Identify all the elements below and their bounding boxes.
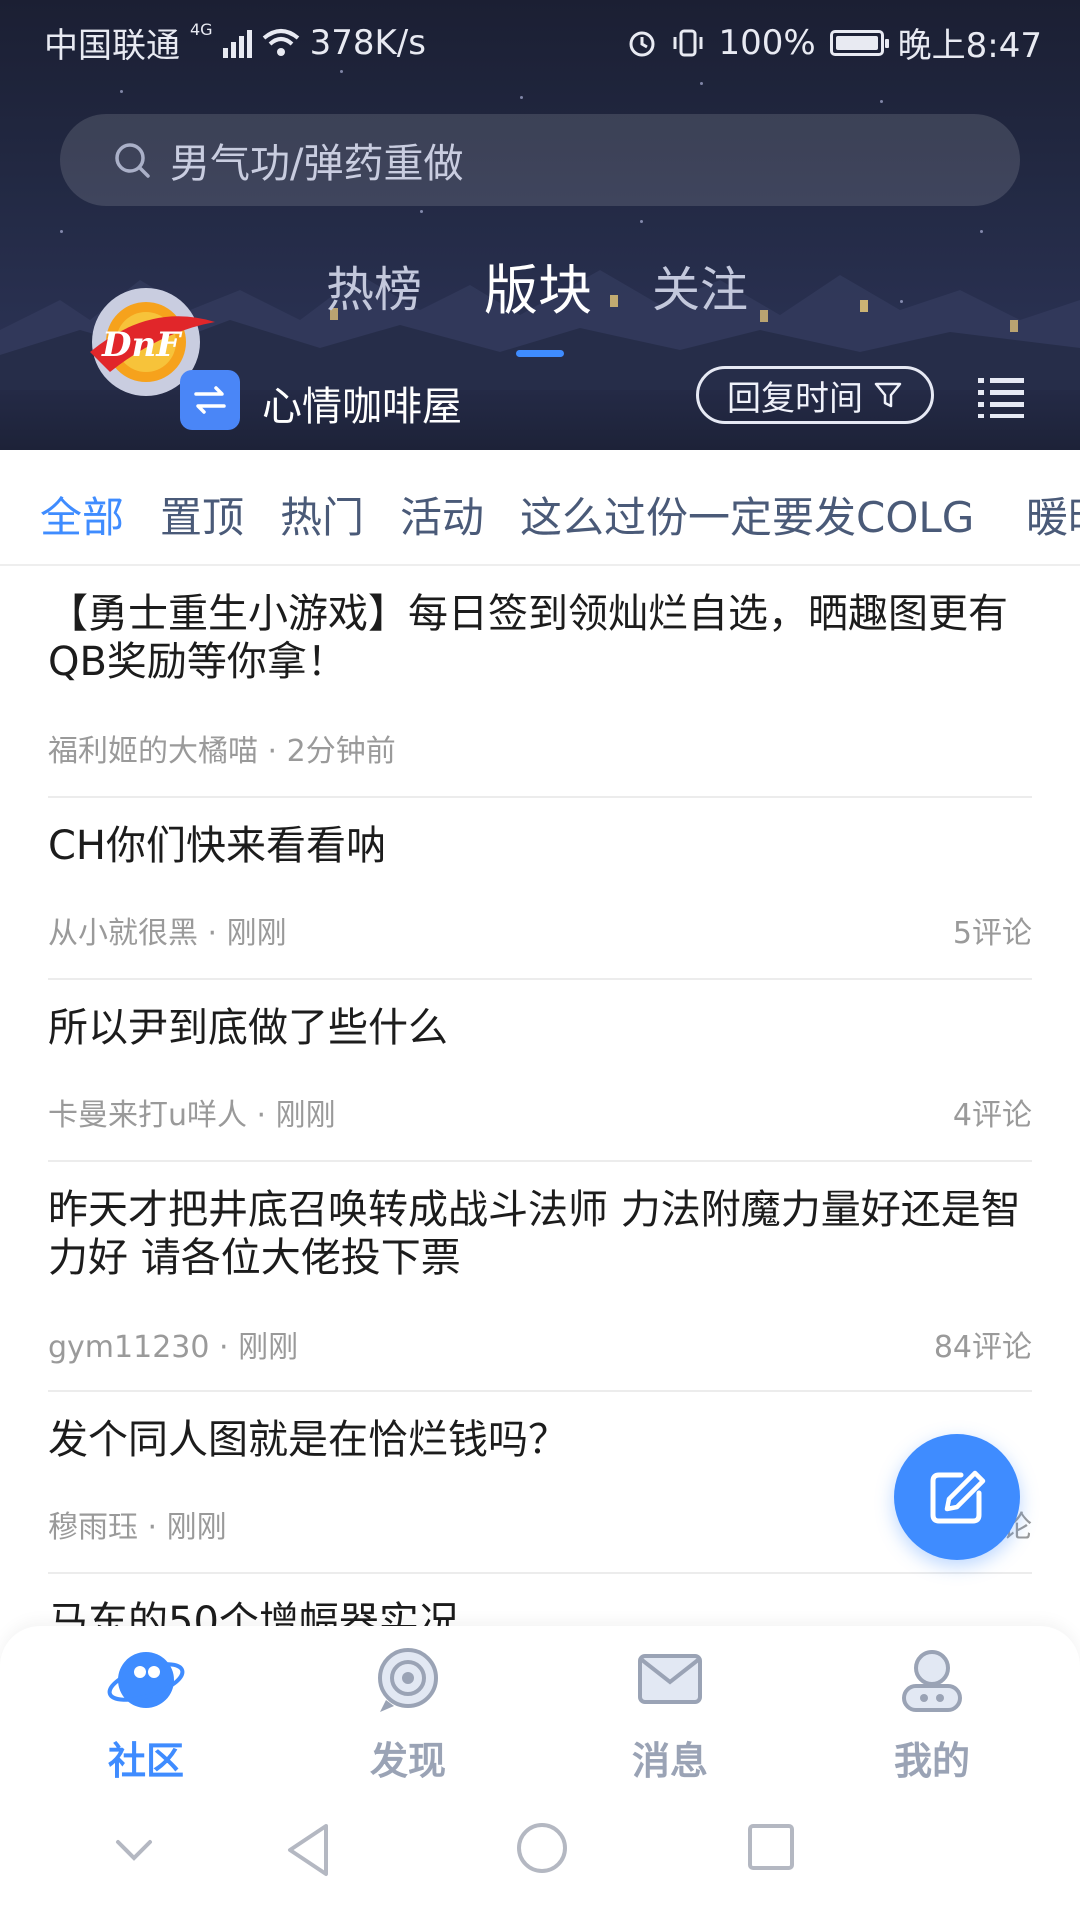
nav-label: 社区 bbox=[107, 1739, 184, 1783]
list-menu-icon[interactable] bbox=[978, 374, 1026, 418]
vibrate-icon bbox=[673, 29, 703, 56]
bottom-navigation: 社区 发现 消息 我的 bbox=[0, 1626, 1080, 1788]
filter-all[interactable]: 全部 bbox=[40, 484, 124, 545]
recents-icon[interactable] bbox=[746, 1822, 796, 1872]
battery-icon bbox=[829, 29, 889, 56]
tab-following[interactable]: 关注 bbox=[652, 250, 748, 320]
list-item[interactable]: CH你们快来看看呐 从小就很黑 · 刚刚 5评论 bbox=[48, 822, 1032, 962]
mail-icon bbox=[638, 1654, 702, 1704]
list-item[interactable]: 【勇士重生小游戏】每日签到领灿烂自选，晒趣图更有QB奖励等你拿！ 福利姬的大橘喵… bbox=[48, 590, 1032, 770]
search-placeholder: 男气功/弹药重做 bbox=[170, 141, 464, 187]
divider bbox=[48, 1390, 1032, 1392]
network-type: 4G bbox=[190, 20, 213, 39]
nav-label: 发现 bbox=[369, 1739, 446, 1783]
filter-events[interactable]: 活动 bbox=[400, 484, 484, 545]
filter-hot[interactable]: 热门 bbox=[280, 484, 364, 545]
sort-by-reply-time-button[interactable]: 回复时间 bbox=[696, 366, 934, 424]
active-tab-indicator bbox=[516, 350, 564, 357]
forum-name: 心情咖啡屋 bbox=[262, 384, 462, 430]
swap-icon bbox=[194, 386, 226, 414]
post-title: CH你们快来看看呐 bbox=[48, 823, 387, 869]
post-meta: gym11230 · 刚刚 bbox=[48, 1330, 299, 1365]
status-bar: 中国联通 4G 378K/s 100% 晚上8:47 bbox=[0, 0, 1080, 76]
system-navigation-bar bbox=[0, 1788, 1080, 1920]
post-title: 所以尹到底做了些什么 bbox=[48, 1005, 448, 1051]
edit-icon bbox=[930, 1470, 986, 1524]
nav-label: 消息 bbox=[631, 1739, 708, 1783]
clock: 晚上8:47 bbox=[897, 26, 1042, 66]
post-meta: 穆雨珏 · 刚刚 bbox=[48, 1510, 227, 1545]
new-post-button[interactable] bbox=[894, 1434, 1020, 1560]
post-meta: 从小就很黑 · 刚刚 bbox=[48, 916, 287, 951]
network-speed: 378K/s bbox=[309, 22, 426, 63]
search-bar[interactable]: 男气功/弹药重做 bbox=[60, 114, 1020, 206]
forum-header: 中国联通 4G 378K/s 100% 晚上8:47 男气功/弹药重做 热榜 版… bbox=[0, 0, 1080, 450]
battery-percent: 100% bbox=[718, 22, 816, 63]
wifi-icon bbox=[262, 28, 299, 56]
list-item[interactable]: 昨天才把井底召唤转成战斗法师 力法附魔力量好还是智力好 请各位大佬投下票 gym… bbox=[48, 1186, 1032, 1366]
tab-forums[interactable]: 版块 bbox=[484, 246, 592, 325]
divider bbox=[48, 1160, 1032, 1162]
svg-text:DnF: DnF bbox=[101, 325, 183, 365]
post-title: 昨天才把井底召唤转成战斗法师 力法附魔力量好还是智力好 请各位大佬投下票 bbox=[48, 1187, 1021, 1281]
nav-messages[interactable]: 消息 bbox=[590, 1644, 750, 1785]
nav-community[interactable]: 社区 bbox=[66, 1644, 226, 1785]
back-icon[interactable] bbox=[284, 1822, 332, 1878]
category-filter-bar: 全部 置顶 热门 活动 这么过份一定要发COLG 暖昉 bbox=[0, 450, 1080, 566]
divider bbox=[48, 978, 1032, 980]
signal-icon bbox=[222, 28, 252, 58]
post-meta: 卡曼来打u咩人 · 刚刚 bbox=[48, 1098, 336, 1133]
comment-count: 5评论 bbox=[952, 916, 1032, 951]
nav-label: 我的 bbox=[893, 1739, 970, 1783]
filter-colg[interactable]: 这么过份一定要发COLG bbox=[520, 484, 974, 545]
sort-label: 回复时间 bbox=[727, 378, 863, 419]
comment-count: 84评论 bbox=[933, 1330, 1032, 1365]
alarm-icon bbox=[629, 31, 655, 56]
search-icon bbox=[115, 143, 150, 178]
divider bbox=[48, 1572, 1032, 1574]
nav-discover[interactable]: 发现 bbox=[328, 1644, 488, 1785]
discover-icon bbox=[378, 1648, 438, 1712]
filter-pinned[interactable]: 置顶 bbox=[160, 484, 244, 545]
tab-hot[interactable]: 热榜 bbox=[326, 250, 422, 320]
carrier-label: 中国联通 bbox=[44, 26, 180, 66]
profile-icon bbox=[902, 1650, 962, 1712]
switch-forum-button[interactable] bbox=[180, 370, 240, 430]
nav-profile[interactable]: 我的 bbox=[852, 1644, 1012, 1785]
divider bbox=[48, 796, 1032, 798]
post-title: 【勇士重生小游戏】每日签到领灿烂自选，晒趣图更有QB奖励等你拿！ bbox=[48, 591, 1008, 685]
list-item[interactable]: 所以尹到底做了些什么 卡曼来打u咩人 · 刚刚 4评论 bbox=[48, 1004, 1032, 1144]
planet-icon bbox=[107, 1652, 185, 1708]
chevron-down-icon[interactable] bbox=[112, 1828, 156, 1872]
filter-icon bbox=[874, 382, 902, 408]
home-icon[interactable] bbox=[514, 1820, 570, 1876]
list-item[interactable]: 发个同人图就是在恰烂钱吗？ 穆雨珏 · 刚刚 论 bbox=[48, 1416, 1032, 1556]
filter-more[interactable]: 暖昉 bbox=[1026, 484, 1080, 545]
post-meta: 福利姬的大橘喵 · 2分钟前 bbox=[48, 734, 396, 769]
post-title: 发个同人图就是在恰烂钱吗？ bbox=[48, 1417, 568, 1463]
comment-count: 4评论 bbox=[952, 1098, 1032, 1133]
